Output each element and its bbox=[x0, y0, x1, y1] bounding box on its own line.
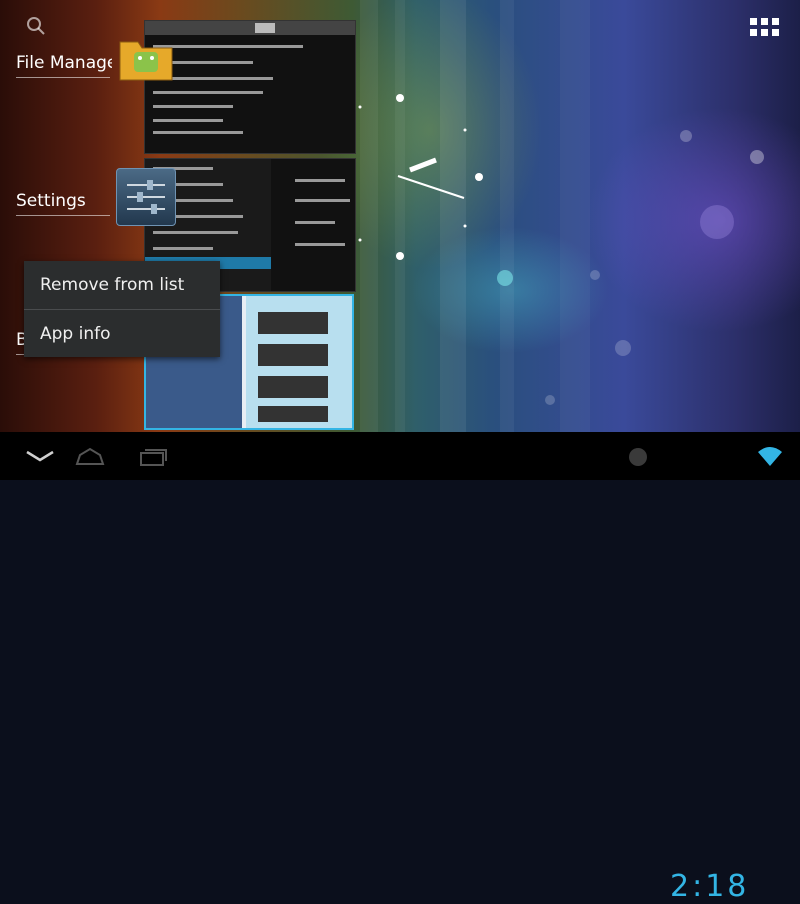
recent-app-divider bbox=[16, 215, 110, 216]
thumbnail-row bbox=[153, 45, 303, 48]
recent-app-divider bbox=[16, 77, 110, 78]
thumbnail-row bbox=[153, 119, 223, 122]
system-bar: 2:18 bbox=[0, 432, 800, 904]
wifi-icon bbox=[758, 447, 782, 466]
remove-from-list-menu-item[interactable]: Remove from list bbox=[24, 261, 220, 309]
thumbnail-row bbox=[153, 91, 263, 94]
thumbnail-row bbox=[295, 199, 350, 202]
bokeh-dot bbox=[680, 130, 692, 142]
all-apps-icon bbox=[761, 29, 768, 36]
back-button[interactable] bbox=[20, 444, 60, 468]
bokeh-dot bbox=[700, 205, 734, 239]
clock-widget[interactable] bbox=[350, 88, 510, 268]
thumbnail-product bbox=[258, 312, 328, 334]
thumbnail-product bbox=[258, 376, 328, 398]
thumbnail-row bbox=[153, 231, 238, 234]
recent-apps-icon bbox=[140, 449, 167, 466]
wallpaper-stripe bbox=[560, 0, 590, 432]
all-apps-icon bbox=[772, 29, 779, 36]
bokeh-dot bbox=[615, 340, 631, 356]
all-apps-button[interactable] bbox=[750, 18, 780, 38]
thumbnail-product bbox=[258, 344, 328, 366]
notification-icon[interactable] bbox=[629, 448, 647, 466]
thumbnail-row bbox=[153, 131, 243, 134]
settings-sliders-icon bbox=[116, 168, 176, 226]
home-button[interactable] bbox=[72, 444, 112, 468]
thumbnail-row bbox=[153, 247, 213, 250]
clock-face-icon bbox=[358, 94, 483, 260]
search-icon bbox=[27, 17, 45, 35]
bokeh-dot bbox=[497, 270, 513, 286]
context-menu: Remove from list App info bbox=[24, 261, 220, 357]
app-info-menu-item[interactable]: App info bbox=[24, 310, 220, 358]
recent-apps-button[interactable] bbox=[132, 444, 172, 468]
wifi-status[interactable] bbox=[756, 444, 784, 468]
recent-app-thumbnail[interactable] bbox=[144, 20, 356, 154]
thumbnail-tabbar bbox=[145, 21, 355, 35]
thumbnail-row bbox=[295, 221, 335, 224]
folder-android-icon bbox=[118, 34, 174, 82]
all-apps-icon bbox=[750, 29, 757, 36]
all-apps-icon bbox=[750, 18, 757, 25]
bokeh-dot bbox=[590, 270, 600, 280]
thumbnail-row bbox=[295, 179, 345, 182]
thumbnail-product bbox=[258, 406, 328, 422]
recent-app-label: File Manage bbox=[16, 53, 112, 73]
all-apps-icon bbox=[761, 18, 768, 25]
bokeh-dot bbox=[750, 150, 764, 164]
thumbnail-tab bbox=[255, 23, 275, 33]
back-icon bbox=[26, 450, 54, 462]
thumbnail-row bbox=[295, 243, 345, 246]
home-icon bbox=[75, 447, 105, 465]
bokeh-dot bbox=[545, 395, 555, 405]
recent-app-label: Settings bbox=[16, 191, 86, 211]
status-clock[interactable]: 2:18 bbox=[670, 869, 749, 904]
thumbnail-row bbox=[153, 105, 233, 108]
search-button[interactable] bbox=[24, 14, 48, 38]
all-apps-icon bbox=[772, 18, 779, 25]
